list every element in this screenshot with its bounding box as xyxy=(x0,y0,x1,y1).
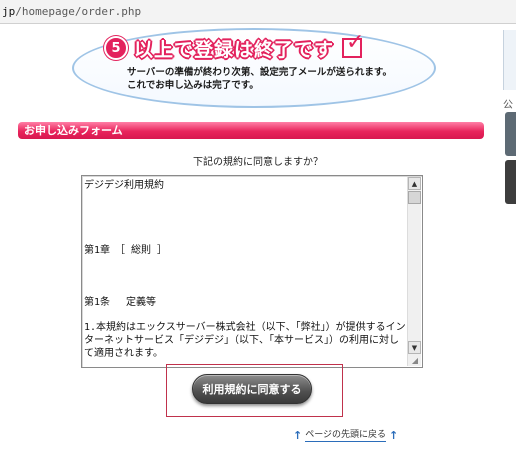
terms-scrollbar[interactable]: ▲ ▼ xyxy=(407,177,421,366)
check-icon: ✓ xyxy=(342,32,364,58)
scroll-up-icon[interactable]: ▲ xyxy=(408,177,421,190)
terms-content: デジデジ利用規約 第1章 ［ 総則 ］ 第1条 定義等 1.本規約はエックスサー… xyxy=(84,179,406,365)
terms-title: デジデジ利用規約 xyxy=(84,180,164,191)
scroll-thumb[interactable] xyxy=(408,191,421,204)
arrow-up-icon: ↑ xyxy=(389,428,399,442)
back-to-top-link[interactable]: ↑ ページの先頭に戻る ↑ xyxy=(293,428,398,442)
resize-grip-icon[interactable]: ◢ xyxy=(409,355,421,366)
scroll-down-icon[interactable]: ▼ xyxy=(408,341,421,354)
banner-description: サーバーの準備が終わり次第、設定完了メールが送られます。 これでお申し込みは完了… xyxy=(127,66,392,92)
step-number-badge: 5 xyxy=(104,36,128,60)
arrow-up-icon: ↑ xyxy=(293,428,303,442)
url-prefix: jp xyxy=(2,5,16,18)
step-heading: 以上で登録は終了です xyxy=(134,38,335,61)
side-widget-1[interactable] xyxy=(505,112,516,156)
address-bar[interactable]: jp/homepage/order.php xyxy=(0,0,516,24)
terms-article: 第1条 定義等 xyxy=(84,297,157,309)
section-header: お申し込みフォーム xyxy=(18,122,484,139)
banner-description-line2: これでお申し込みは完了です。 xyxy=(127,80,259,91)
back-to-top-label: ページの先頭に戻る xyxy=(305,429,387,442)
banner-description-line1: サーバーの準備が終わり次第、設定完了メールが送られます。 xyxy=(127,67,392,78)
completion-banner: 5 以上で登録は終了です ✓ サーバーの準備が終わり次第、設定完了メールが送られ… xyxy=(0,24,500,112)
side-panel-fragment xyxy=(503,30,516,90)
terms-chapter: 第1章 ［ 総則 ］ xyxy=(84,245,168,257)
terms-question: 下記の規約に同意しますか？ xyxy=(193,157,323,168)
agree-terms-button[interactable]: 利用規約に同意する xyxy=(192,374,312,404)
side-label: 公 xyxy=(503,100,513,111)
url-path: /homepage/order.php xyxy=(15,5,142,18)
terms-textarea[interactable]: デジデジ利用規約 第1章 ［ 総則 ］ 第1条 定義等 1.本規約はエックスサー… xyxy=(81,175,423,368)
terms-body: 1.本規約はエックスサーバー株式会社（以下、「弊社」）が提供するインターネットサ… xyxy=(84,321,406,360)
step-title: 5 以上で登録は終了です ✓ xyxy=(104,32,364,62)
